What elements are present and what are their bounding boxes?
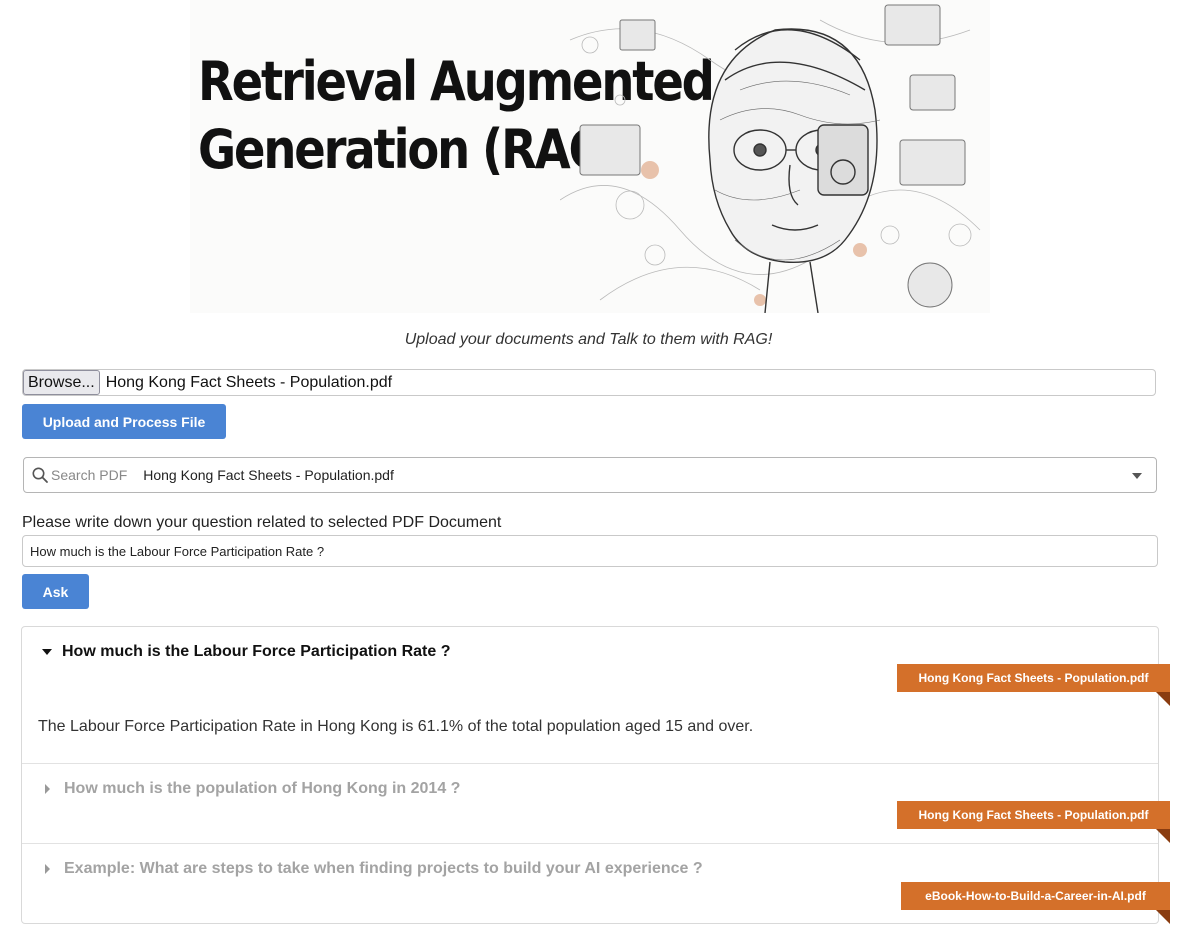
selected-pdf-value: Hong Kong Fact Sheets - Population.pdf [143,467,394,483]
qa-answer-text: The Labour Force Participation Rate in H… [38,718,754,735]
ask-button[interactable]: Ask [22,574,89,609]
qa-question-text: How much is the Labour Force Participati… [62,643,451,660]
qa-question-text: How much is the population of Hong Kong … [64,780,461,797]
qa-item: How much is the population of Hong Kong … [22,763,1170,843]
chevron-down-icon[interactable] [1132,473,1142,479]
rag-banner-image: Retrieval Augmented Generation (RAG) [190,0,990,313]
ribbon-fold [1156,829,1170,843]
search-icon [32,467,48,483]
file-input[interactable]: Browse... Hong Kong Fact Sheets - Popula… [22,369,1156,396]
qa-question-header[interactable]: How much is the population of Hong Kong … [40,780,460,798]
pdf-select-dropdown[interactable]: Search PDF Hong Kong Fact Sheets - Popul… [23,457,1157,493]
selected-file-name: Hong Kong Fact Sheets - Population.pdf [105,373,393,391]
ribbon-fold [1156,692,1170,706]
qa-question-header[interactable]: How much is the Labour Force Participati… [40,643,451,661]
qa-question-header[interactable]: Example: What are steps to take when fin… [40,860,703,878]
ribbon-fold [1156,910,1170,924]
caret-down-icon [42,649,52,655]
question-label: Please write down your question related … [22,514,502,531]
qa-history-accordion: How much is the Labour Force Participati… [21,626,1170,924]
caret-right-icon [45,784,50,794]
browse-button[interactable]: Browse... [23,370,100,395]
tagline: Upload your documents and Talk to them w… [404,331,773,348]
source-document-ribbon: Hong Kong Fact Sheets - Population.pdf [897,801,1170,829]
search-pdf-label: Search PDF [51,467,128,483]
robot-head-illustration [560,4,981,313]
qa-question-text: Example: What are steps to take when fin… [64,860,703,877]
source-document-ribbon: Hong Kong Fact Sheets - Population.pdf [897,664,1170,692]
caret-right-icon [45,864,50,874]
question-input[interactable] [22,535,1158,567]
qa-item: How much is the Labour Force Participati… [22,627,1170,763]
upload-and-process-button[interactable]: Upload and Process File [22,404,226,439]
qa-item: Example: What are steps to take when fin… [22,843,1170,924]
source-document-ribbon: eBook-How-to-Build-a-Career-in-AI.pdf [901,882,1170,910]
